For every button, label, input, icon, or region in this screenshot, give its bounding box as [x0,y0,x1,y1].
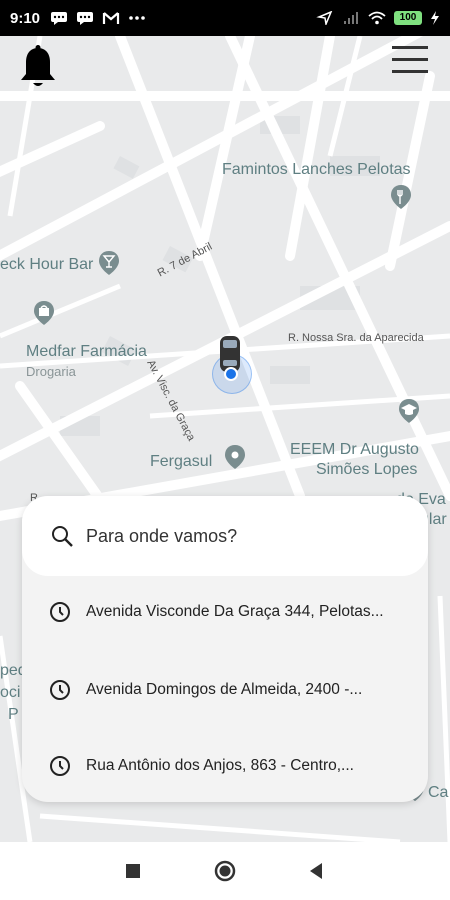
poi-label: oci [0,684,21,701]
poi-label: Ca [428,784,449,801]
menu-icon[interactable] [390,42,430,78]
recent-destination-item[interactable]: Avenida Visconde Da Graça 344, Pelotas..… [22,592,428,632]
poi-sublabel: Drogaria [26,364,76,379]
battery-indicator: 100 [394,11,422,25]
system-icons: 100 [316,11,440,25]
search-icon [52,526,73,547]
recent-destination-item[interactable]: Avenida Domingos de Almeida, 2400 -... [22,670,428,710]
chat-icon [51,12,68,25]
clock-icon [50,756,70,776]
recents-square-icon[interactable] [122,860,144,882]
street-label: R. Nossa Sra. da Aparecida [288,332,424,344]
recent-destination-address: Avenida Domingos de Almeida, 2400 -... [86,681,363,698]
wifi-icon [368,11,386,25]
notification-icons [50,11,146,25]
search-placeholder: Para onde vamos? [86,525,238,546]
charging-icon [431,11,439,25]
poi-label[interactable]: EEEM Dr Augusto [290,441,419,459]
restaurant-icon[interactable] [388,184,414,210]
system-nav-bar [0,842,450,900]
mail-icon [102,12,120,24]
recent-destination-item[interactable]: Rua Antônio dos Anjos, 863 - Centro,... [22,746,428,786]
search-bar[interactable]: Para onde vamos? [22,496,428,576]
more-icon [129,16,145,20]
status-bar: 9:10 100 [0,0,450,36]
poi-label[interactable]: Famintos Lanches Pelotas [222,161,411,179]
location-arrow-icon [316,11,333,25]
back-triangle-icon[interactable] [306,860,328,882]
poi-label: P [8,706,19,723]
poi-label[interactable]: Simões Lopes [316,461,417,479]
recent-destination-address: Avenida Visconde Da Graça 344, Pelotas..… [86,603,384,620]
shopping-bag-icon[interactable] [31,300,57,326]
notifications-bell-icon[interactable] [18,44,58,90]
chat-icon [77,12,94,25]
clock-icon [50,680,70,700]
poi-label[interactable]: Fergasul [150,453,212,471]
search-panel: Para onde vamos? Avenida Visconde Da Gra… [22,496,428,802]
recent-destination-address: Rua Antônio dos Anjos, 863 - Centro,... [86,757,354,774]
clock-icon [50,602,70,622]
poi-label[interactable]: Medfar Farmácia [26,343,147,361]
my-location-dot [224,367,238,381]
place-icon[interactable] [222,444,248,470]
signal-icon [344,12,358,24]
school-icon[interactable] [396,398,422,424]
poi-label[interactable]: eck Hour Bar [0,256,93,274]
bar-icon[interactable] [96,250,122,276]
status-time: 9:10 [10,9,41,27]
home-circle-icon[interactable] [214,860,236,882]
